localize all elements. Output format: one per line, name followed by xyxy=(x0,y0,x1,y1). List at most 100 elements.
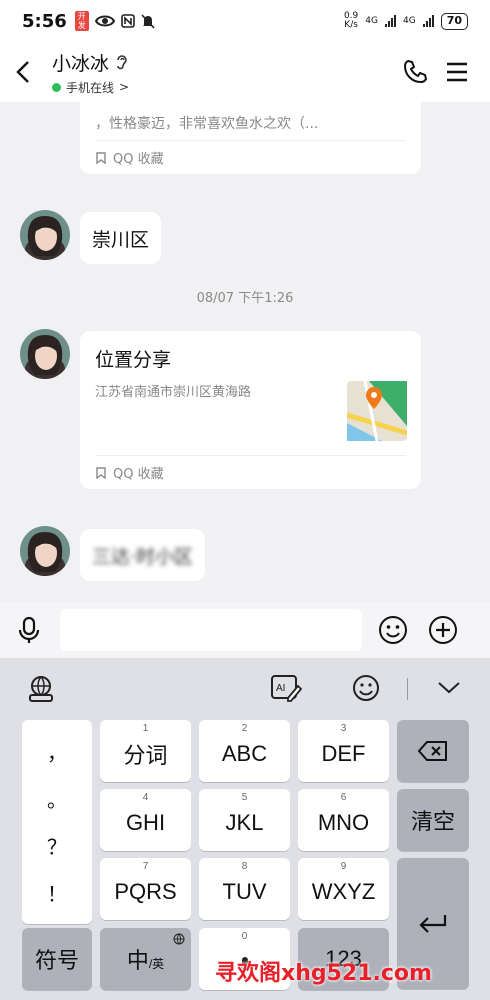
key-8[interactable]: 8 TUV xyxy=(199,858,290,920)
chat-header: 小冰冰 手机在线 > xyxy=(0,42,490,102)
message-input[interactable] xyxy=(60,609,362,651)
key-label: JKL xyxy=(225,810,264,835)
map-thumbnail-icon xyxy=(347,381,407,441)
enter-icon xyxy=(419,914,447,933)
key-label: DEF xyxy=(321,741,366,766)
key-label: GHI xyxy=(125,810,166,835)
status-right-icons: 0.9 K/s 4G 4G 70 xyxy=(344,12,468,30)
signal-icon xyxy=(384,15,396,27)
symbol-key[interactable]: 符号 xyxy=(22,928,92,990)
network-type-1: 4G xyxy=(365,16,378,26)
more-button[interactable] xyxy=(426,613,460,647)
status-bar: 5:56 开发 0.9 K/s 4G 4G 70 xyxy=(0,0,490,42)
menu-icon[interactable] xyxy=(446,62,468,82)
key-1[interactable]: 1 分词 xyxy=(100,720,191,782)
location-share-card[interactable]: 位置分享 江苏省南通市崇川区黄海路 QQ 收藏 xyxy=(80,331,421,489)
language-switch-key[interactable]: 中 /英 xyxy=(100,928,191,990)
chat-message-list[interactable]: ，性格豪迈，非常喜欢鱼水之欢（... QQ 收藏 崇川区 08/07 下午1:2… xyxy=(0,102,490,602)
online-status-row[interactable]: 手机在线 > xyxy=(52,79,129,96)
key-number: 6 xyxy=(340,792,347,803)
key-number: 0 xyxy=(241,931,248,942)
key-label: 符号 xyxy=(34,948,79,973)
net-speed-unit: K/s xyxy=(344,20,358,30)
back-button[interactable] xyxy=(0,42,46,102)
backspace-key[interactable] xyxy=(397,720,469,782)
key-number: 9 xyxy=(340,861,347,872)
watermark-text: 寻欢阁xhg521.com xyxy=(215,961,432,986)
network-type-2: 4G xyxy=(402,16,416,26)
avatar-photo xyxy=(20,210,70,260)
key-4[interactable]: 4 GHI xyxy=(100,789,191,851)
keyboard-settings-icon[interactable] xyxy=(27,674,55,702)
message-bubble[interactable]: 三达·时小区 xyxy=(80,529,206,581)
collect-label: QQ 收藏 xyxy=(113,467,164,482)
punctuation-column[interactable]: ， 。 ？ ！ xyxy=(22,720,92,924)
key-label: TUV xyxy=(222,879,267,904)
net-speed: 0.9 K/s xyxy=(344,12,358,30)
key-label: 清空 xyxy=(410,809,455,834)
emoji-button[interactable] xyxy=(376,613,410,647)
punct-key-comma[interactable]: ， xyxy=(47,737,67,766)
status-left-icons: 开发 xyxy=(74,11,155,31)
key-7[interactable]: 7 PQRS xyxy=(100,858,191,920)
phone-call-icon[interactable] xyxy=(402,59,428,85)
shared-card-message[interactable]: ，性格豪迈，非常喜欢鱼水之欢（... QQ 收藏 xyxy=(80,102,421,174)
avatar[interactable] xyxy=(20,210,70,260)
contact-name: 小冰冰 xyxy=(52,52,110,75)
avatar-photo xyxy=(20,526,70,576)
key-9[interactable]: 9 WXYZ xyxy=(298,858,389,920)
message-bubble[interactable]: 崇川区 xyxy=(80,212,162,264)
message-text: 崇川区 xyxy=(92,228,150,251)
bookmark-icon xyxy=(96,466,106,479)
signal-icon xyxy=(422,15,434,27)
key-label: ABC xyxy=(221,741,268,766)
key-6[interactable]: 6 MNO xyxy=(298,789,389,851)
contact-title-block[interactable]: 小冰冰 手机在线 > xyxy=(52,49,129,96)
key-label: 中 xyxy=(126,948,149,973)
key-number: 2 xyxy=(241,723,248,734)
online-status: 手机在线 xyxy=(66,80,115,95)
svg-text:AI: AI xyxy=(276,683,285,694)
message-text-blurred: 三达·时小区 xyxy=(92,545,194,568)
toolbar-divider xyxy=(407,678,408,700)
avatar[interactable] xyxy=(20,526,70,576)
key-label: WXYZ xyxy=(311,879,376,904)
collapse-keyboard-icon[interactable] xyxy=(438,682,460,694)
smile-icon xyxy=(379,616,407,644)
punct-key-period[interactable]: 。 xyxy=(47,784,67,813)
notification-badge-icon: 开发 xyxy=(74,11,89,31)
message-input-bar xyxy=(0,602,490,658)
nfc-icon xyxy=(120,14,135,28)
status-time: 5:56 xyxy=(22,10,67,32)
card-collect-footer: QQ 收藏 xyxy=(95,140,406,174)
microphone-icon xyxy=(18,616,40,643)
timestamp: 08/07 下午1:26 xyxy=(196,291,294,306)
eye-icon xyxy=(94,15,115,27)
bookmark-icon xyxy=(96,151,106,164)
voice-button[interactable] xyxy=(12,613,46,647)
key-5[interactable]: 5 JKL xyxy=(199,789,290,851)
clear-key[interactable]: 清空 xyxy=(397,789,469,851)
card-description: ，性格豪迈，非常喜欢鱼水之欢（... xyxy=(95,116,319,132)
location-title: 位置分享 xyxy=(95,349,172,371)
punct-key-question[interactable]: ？ xyxy=(47,831,67,860)
backspace-icon xyxy=(418,741,447,761)
chevron-left-icon xyxy=(16,61,29,83)
key-number: 1 xyxy=(142,723,149,734)
avatar[interactable] xyxy=(20,329,70,379)
collect-label: QQ 收藏 xyxy=(113,152,164,167)
emoji-keyboard-icon[interactable] xyxy=(352,674,380,702)
key-3[interactable]: 3 DEF xyxy=(298,720,389,782)
key-2[interactable]: 2 ABC xyxy=(199,720,290,782)
chevron-right-icon: > xyxy=(119,80,130,94)
plus-circle-icon xyxy=(429,616,457,644)
key-sublabel: /英 xyxy=(148,956,165,971)
battery-icon: 70 xyxy=(440,12,468,30)
card-collect-footer: QQ 收藏 xyxy=(95,455,406,489)
handwriting-ai-icon[interactable]: AI xyxy=(270,674,302,702)
punct-key-exclaim[interactable]: ！ xyxy=(47,878,67,907)
keyboard-toolbar: AI xyxy=(0,658,490,718)
avatar-photo xyxy=(20,329,70,379)
key-number: 7 xyxy=(142,861,149,872)
globe-icon xyxy=(173,933,185,945)
